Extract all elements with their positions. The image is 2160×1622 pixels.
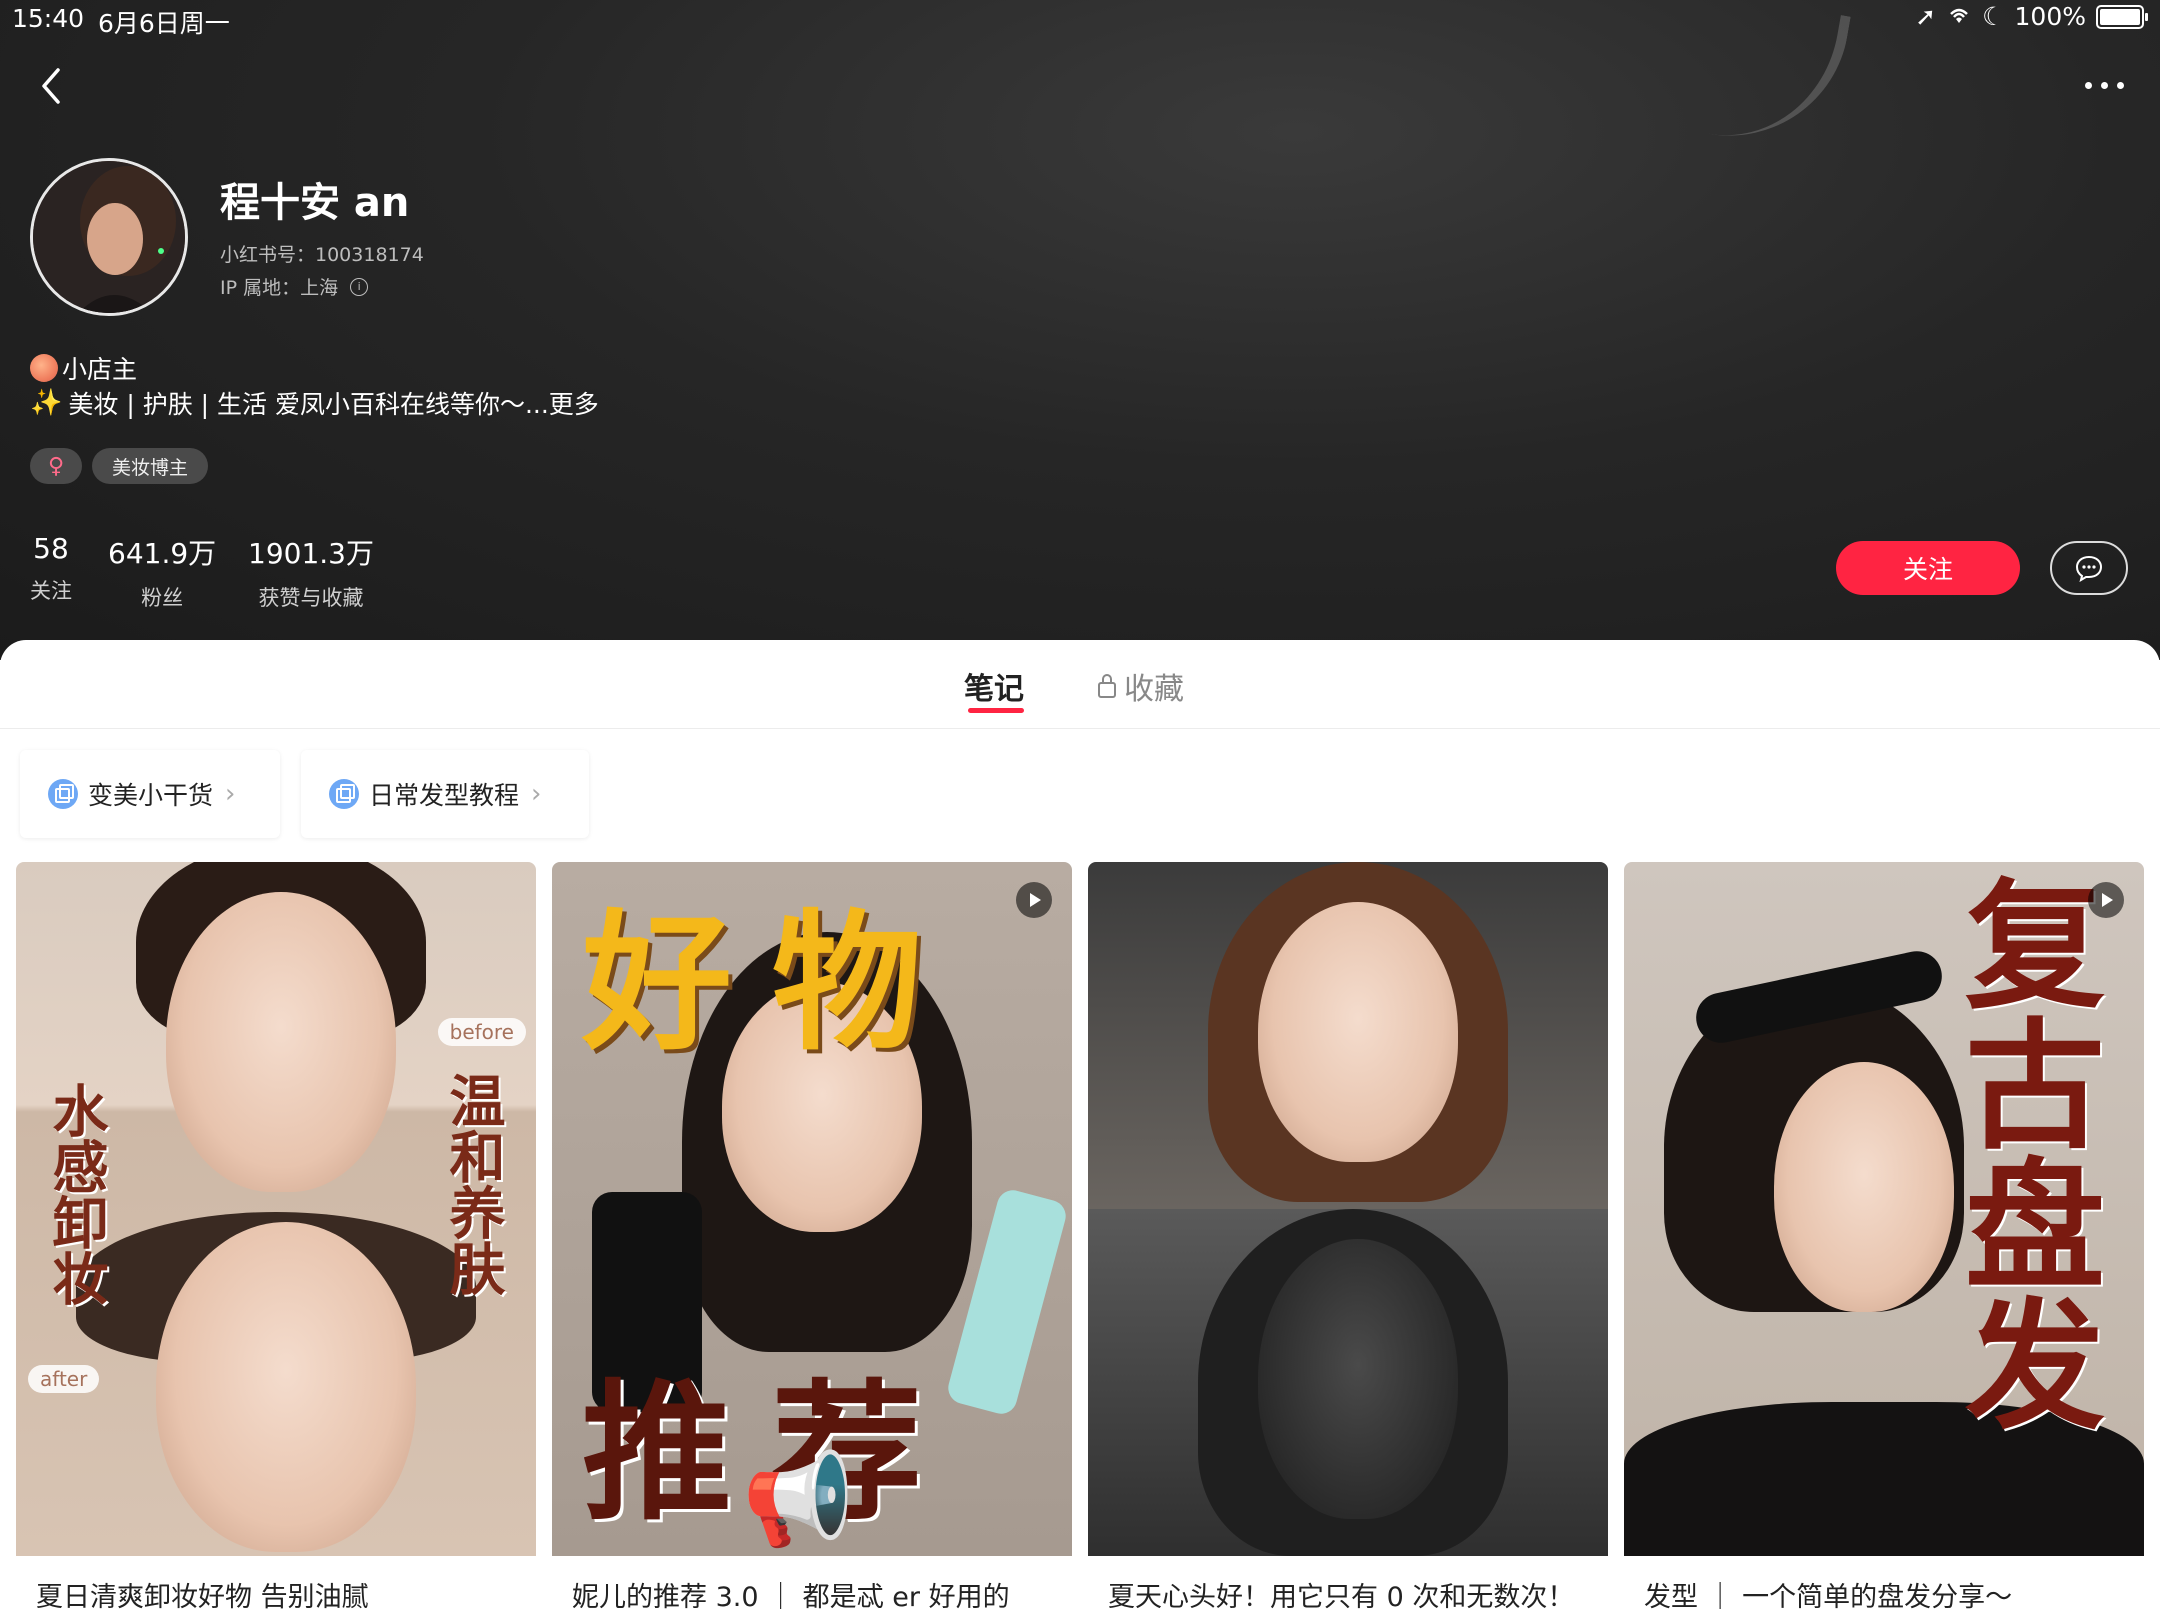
status-indicators: ➚ ☾ 100% [1915, 2, 2148, 31]
stat-fans-label: 粉丝 [141, 586, 184, 610]
category-tag[interactable]: 美妆博主 [92, 448, 209, 484]
back-button[interactable] [32, 62, 72, 110]
peach-icon [30, 354, 58, 382]
profile-red-id: 小红书号：100318174 [220, 244, 424, 266]
location-arrow-icon: ➚ [1915, 2, 1937, 31]
battery-icon [2096, 4, 2148, 29]
status-time: 15:40 [12, 4, 85, 33]
cover-face-top [166, 892, 396, 1192]
stat-fans-value: 641.9万 [108, 537, 217, 570]
note-card[interactable]: 好物 推荐 📢 妮儿的推荐 3.0 ｜ 都是忒 er 好用的 [552, 862, 1072, 1622]
cover-text-right: 温和养肤 [440, 1072, 506, 1296]
status-bar: 15:40 6月6日周一 ➚ ☾ 100% [0, 0, 2160, 40]
cover-text-left: 水感卸妆 [43, 1082, 109, 1306]
note-title: 夏天心头好！用它只有 0 次和无数次！ [1108, 1582, 1575, 1613]
stat-following[interactable]: 58 关注 [30, 532, 72, 605]
note-card[interactable]: 复古盘发 发型 ｜ 一个简单的盘发分享～ [1624, 862, 2144, 1622]
cover-face-bottom [156, 1222, 416, 1552]
tab-divider [0, 728, 2160, 729]
content-panel: 笔记 收藏 变美小干货 › 日常发型教程 › 水感卸妆 温和养肤 before … [0, 640, 2160, 1620]
cover-face-mask [1258, 1239, 1458, 1519]
note-title: 夏日清爽卸妆好物 告别油腻 [36, 1582, 369, 1613]
collection-icon [329, 779, 359, 809]
cover-face [1258, 902, 1458, 1162]
bio-line-2[interactable]: ✨ 美妆 | 护肤 | 生活 爱凤小百科在线等你～...更多 [30, 385, 599, 421]
stat-fans[interactable]: 641.9万 粉丝 [108, 532, 216, 612]
more-dot-icon [2116, 81, 2124, 89]
avatar[interactable] [30, 158, 188, 316]
follow-button[interactable]: 关注 [1836, 541, 2020, 595]
battery-percentage: 100% [2014, 2, 2086, 31]
video-play-icon [1016, 882, 1052, 918]
lock-icon [1098, 674, 1116, 698]
note-cover-image: 好物 推荐 📢 [552, 862, 1072, 1556]
message-button[interactable] [2050, 541, 2128, 595]
sparkle-icon: ✨ [30, 388, 63, 418]
gender-tag: ♀ [30, 448, 82, 484]
collection-icon [48, 779, 78, 809]
chevron-left-icon [42, 68, 60, 104]
more-options-button[interactable] [2074, 70, 2134, 100]
cover-top-half [1088, 862, 1608, 1209]
note-title: 妮儿的推荐 3.0 ｜ 都是忒 er 好用的 [572, 1582, 1010, 1613]
profile-nickname: 程十安 an [220, 180, 410, 226]
video-play-icon [2088, 882, 2124, 918]
note-title: 发型 ｜ 一个简单的盘发分享～ [1644, 1582, 2013, 1613]
tab-collections-label: 收藏 [1124, 672, 1184, 707]
collection-beauty-tips[interactable]: 变美小干货 › [20, 750, 280, 838]
wifi-icon [1946, 2, 1972, 31]
stat-likes-collects[interactable]: 1901.3万 获赞与收藏 [248, 532, 374, 612]
info-icon[interactable]: i [350, 277, 369, 296]
collection-hair-tutorial[interactable]: 日常发型教程 › [301, 750, 589, 838]
profile-ip-location: IP 属地：上海 i [220, 273, 369, 300]
chevron-right-icon: › [531, 779, 542, 809]
badge-after: after [28, 1365, 100, 1393]
bio-line-1: 小店主 [30, 350, 137, 386]
note-cover-image [1088, 862, 1608, 1556]
chat-bubble-icon [2075, 555, 2103, 582]
collection-label: 变美小干货 [88, 781, 214, 810]
profile-header: 15:40 6月6日周一 ➚ ☾ 100% 程十安 an 小红书号：100318… [0, 0, 2160, 660]
stat-likes-label: 获赞与收藏 [258, 586, 364, 610]
note-cover-image: 水感卸妆 温和养肤 before after [16, 862, 536, 1556]
bio-line-2-text: 美妆 | 护肤 | 生活 爱凤小百科在线等你～...更多 [68, 390, 599, 419]
cover-text-top: 好物 [582, 895, 963, 1071]
stat-likes-value: 1901.3万 [248, 537, 374, 570]
moon-icon: ☾ [1982, 2, 2005, 31]
more-dot-icon [2100, 81, 2108, 89]
chevron-right-icon: › [225, 779, 236, 809]
ip-location-text: IP 属地：上海 [220, 277, 339, 299]
note-card[interactable]: 水感卸妆 温和养肤 before after 夏日清爽卸妆好物 告别油腻 [16, 862, 536, 1622]
more-dot-icon [2084, 81, 2092, 89]
note-card[interactable]: 夏天心头好！用它只有 0 次和无数次！ [1088, 862, 1608, 1622]
stat-following-value: 58 [33, 532, 69, 565]
tab-collections[interactable]: 收藏 [1098, 664, 1184, 708]
badge-before: before [437, 1018, 526, 1046]
bio-line-1-text: 小店主 [62, 355, 138, 384]
stat-following-label: 关注 [30, 579, 72, 603]
status-date: 6月6日周一 [98, 9, 230, 38]
collection-label: 日常发型教程 [369, 781, 520, 810]
cover-bottom-half [1088, 1209, 1608, 1556]
megaphone-icon: 📢 [742, 1447, 855, 1552]
tab-active-indicator [968, 708, 1024, 713]
note-cover-image: 复古盘发 [1624, 862, 2144, 1556]
tab-notes[interactable]: 笔记 [964, 664, 1024, 708]
cover-text-right: 复古盘发 [1941, 872, 2105, 1432]
